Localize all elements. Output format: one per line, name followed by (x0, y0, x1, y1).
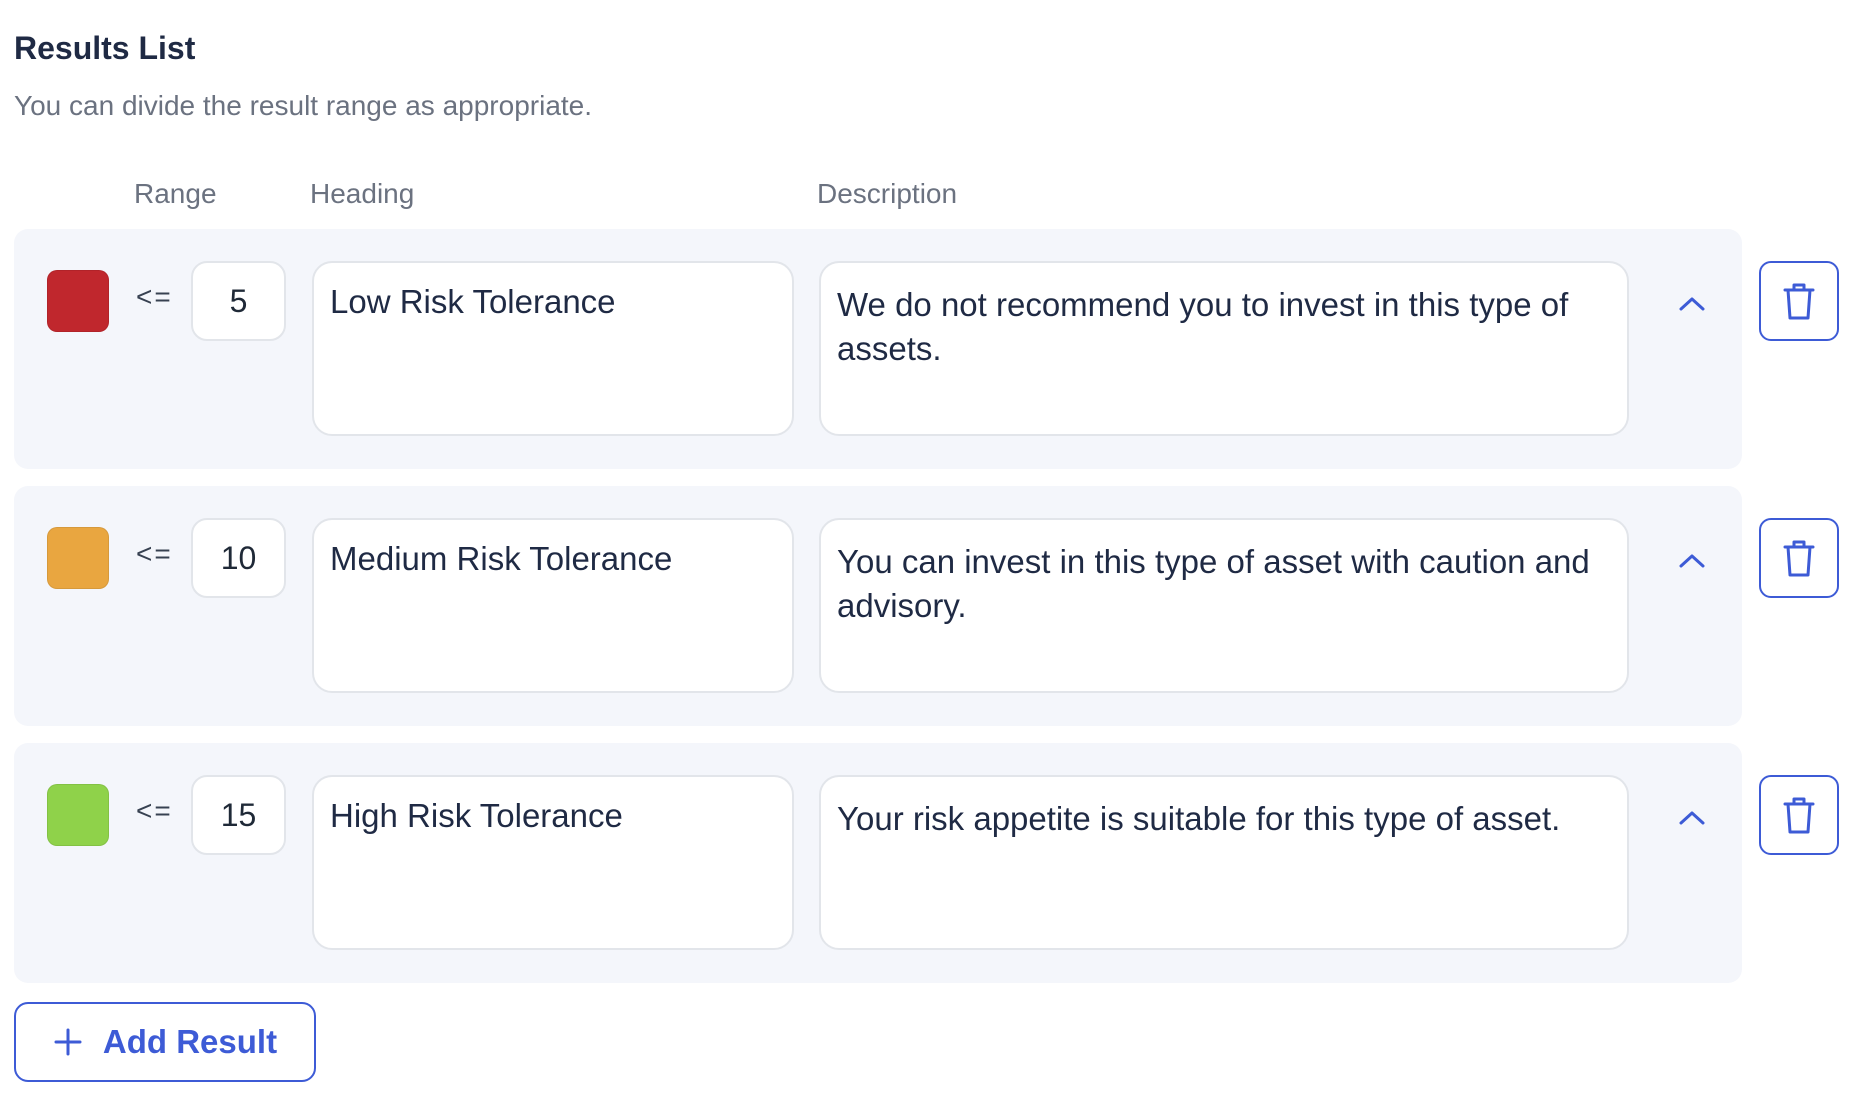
results-list-page: Results List You can divide the result r… (0, 0, 1864, 1104)
result-row: <= 15 High Risk Tolerance Your risk appe… (14, 743, 1742, 983)
chevron-up-icon (1679, 554, 1705, 568)
range-value-input[interactable]: 10 (191, 518, 286, 598)
column-header-range: Range (134, 178, 217, 209)
add-result-button[interactable]: Add Result (14, 1002, 316, 1082)
section-subtitle: You can divide the result range as appro… (14, 90, 593, 121)
collapse-button[interactable] (1670, 795, 1714, 839)
plus-icon (54, 1028, 82, 1056)
description-input[interactable]: We do not recommend you to invest in thi… (819, 261, 1629, 436)
result-color-swatch[interactable] (47, 270, 109, 332)
delete-result-button[interactable] (1759, 261, 1839, 341)
section-title: Results List (14, 30, 196, 66)
range-value-input[interactable]: 15 (191, 775, 286, 855)
delete-result-button[interactable] (1759, 775, 1839, 855)
range-operator: <= (136, 281, 173, 312)
range-value-input[interactable]: 5 (191, 261, 286, 341)
result-row: <= 5 Low Risk Tolerance We do not recomm… (14, 229, 1742, 469)
collapse-button[interactable] (1670, 281, 1714, 325)
description-input[interactable]: You can invest in this type of asset wit… (819, 518, 1629, 693)
description-input[interactable]: Your risk appetite is suitable for this … (819, 775, 1629, 950)
heading-input[interactable]: High Risk Tolerance (312, 775, 794, 950)
range-operator: <= (136, 795, 173, 826)
result-color-swatch[interactable] (47, 784, 109, 846)
collapse-button[interactable] (1670, 538, 1714, 582)
delete-result-button[interactable] (1759, 518, 1839, 598)
trash-icon (1783, 283, 1815, 320)
result-row: <= 10 Medium Risk Tolerance You can inve… (14, 486, 1742, 726)
chevron-up-icon (1679, 811, 1705, 825)
column-header-heading: Heading (310, 178, 415, 209)
add-result-label: Add Result (102, 1023, 278, 1060)
trash-icon (1783, 797, 1815, 834)
result-color-swatch[interactable] (47, 527, 109, 589)
heading-input[interactable]: Medium Risk Tolerance (312, 518, 794, 693)
range-operator: <= (136, 538, 173, 569)
chevron-up-icon (1679, 297, 1705, 311)
column-header-description: Description (817, 178, 958, 209)
heading-input[interactable]: Low Risk Tolerance (312, 261, 794, 436)
trash-icon (1783, 540, 1815, 577)
